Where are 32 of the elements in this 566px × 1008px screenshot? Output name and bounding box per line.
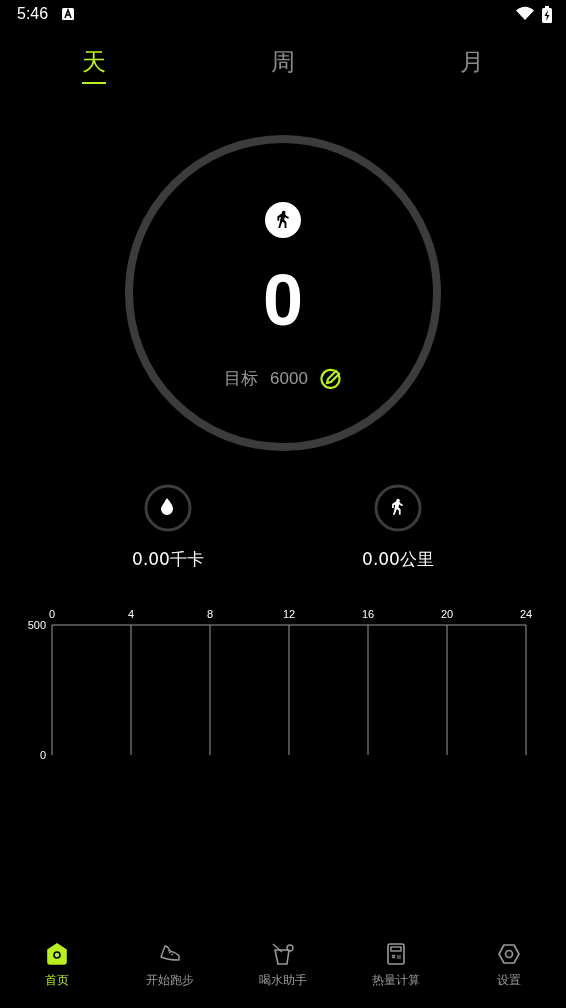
stat-value: 0.00千卡 <box>132 548 204 571</box>
nav-item[interactable]: 设置 <box>452 930 566 996</box>
goal-value: 6000 <box>270 368 308 389</box>
nav-item[interactable]: 喝水助手 <box>226 930 340 996</box>
settings-icon <box>497 942 522 966</box>
x-tick-label: 0 <box>48 608 56 620</box>
stat-value: 0.00公里 <box>362 548 434 571</box>
period-tab[interactable]: 月 <box>377 28 566 84</box>
edit-icon[interactable] <box>319 367 342 390</box>
drink-icon <box>271 942 295 966</box>
status-time: 5:46 <box>17 5 49 23</box>
nav-item[interactable]: 热量计算 <box>339 930 453 996</box>
period-tab[interactable]: 天 <box>0 28 189 84</box>
y-tick-label: 0 <box>39 749 46 761</box>
nav-item[interactable]: 开始跑步 <box>113 930 227 996</box>
x-tick-label: 16 <box>361 608 375 620</box>
x-tick-label: 8 <box>206 608 214 620</box>
period-tab[interactable]: 周 <box>188 28 378 84</box>
home-icon <box>44 942 69 966</box>
notification-icon <box>62 8 75 20</box>
walking-icon <box>265 202 301 238</box>
x-tick-label: 20 <box>440 608 454 620</box>
wifi-icon <box>516 5 534 20</box>
battery-icon <box>542 5 552 23</box>
y-tick-label: 500 <box>27 619 46 631</box>
walking-icon <box>374 484 422 532</box>
x-tick-label: 12 <box>282 608 296 620</box>
step-count: 0 <box>262 264 303 336</box>
x-tick-label: 24 <box>519 608 533 620</box>
goal-label: 目标 <box>224 367 259 390</box>
x-tick-label: 4 <box>127 608 135 620</box>
nav-item[interactable]: 首页 <box>0 930 114 996</box>
